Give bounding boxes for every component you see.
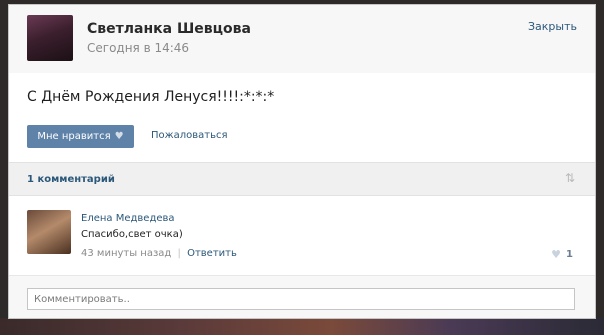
comment-text: Спасибо,свет очка) (81, 229, 183, 240)
comment-timestamp[interactable]: 43 минуты назад (81, 248, 171, 259)
comments-header-bar: 1 комментарий ⇅ (9, 162, 595, 196)
sort-icon[interactable]: ⇅ (565, 171, 575, 185)
author-avatar[interactable] (27, 15, 73, 61)
comment-like-count: 1 (566, 249, 573, 260)
comment-like-button[interactable]: ♥ 1 (551, 248, 573, 261)
comments-count-link[interactable]: 1 комментарий (27, 174, 115, 185)
comment-meta: 43 минуты назад | Ответить (81, 248, 237, 259)
heart-icon: ♥ (551, 248, 562, 261)
post-timestamp[interactable]: Сегодня в 14:46 (87, 41, 189, 55)
close-link[interactable]: Закрыть (528, 20, 577, 33)
report-link[interactable]: Пожаловаться (151, 130, 228, 141)
commenter-avatar[interactable] (27, 210, 71, 254)
like-button[interactable]: Мне нравится ♥ (27, 125, 134, 148)
post-card: Светланка Шевцова Сегодня в 14:46 Закрыт… (8, 4, 596, 319)
compose-area (9, 276, 595, 318)
post-author-name[interactable]: Светланка Шевцова (87, 21, 251, 37)
heart-icon: ♥ (114, 131, 124, 142)
post-text: С Днём Рождения Ленуся!!!!:*:*:* (27, 89, 275, 105)
like-button-label: Мне нравится (37, 131, 111, 142)
background-photo-strip (0, 318, 604, 335)
reply-link[interactable]: Ответить (187, 248, 237, 259)
comment-author-name[interactable]: Елена Медведева (81, 213, 175, 224)
post-header: Светланка Шевцова Сегодня в 14:46 Закрыт… (9, 5, 595, 73)
comment-input[interactable] (27, 288, 575, 310)
meta-separator: | (177, 248, 181, 259)
